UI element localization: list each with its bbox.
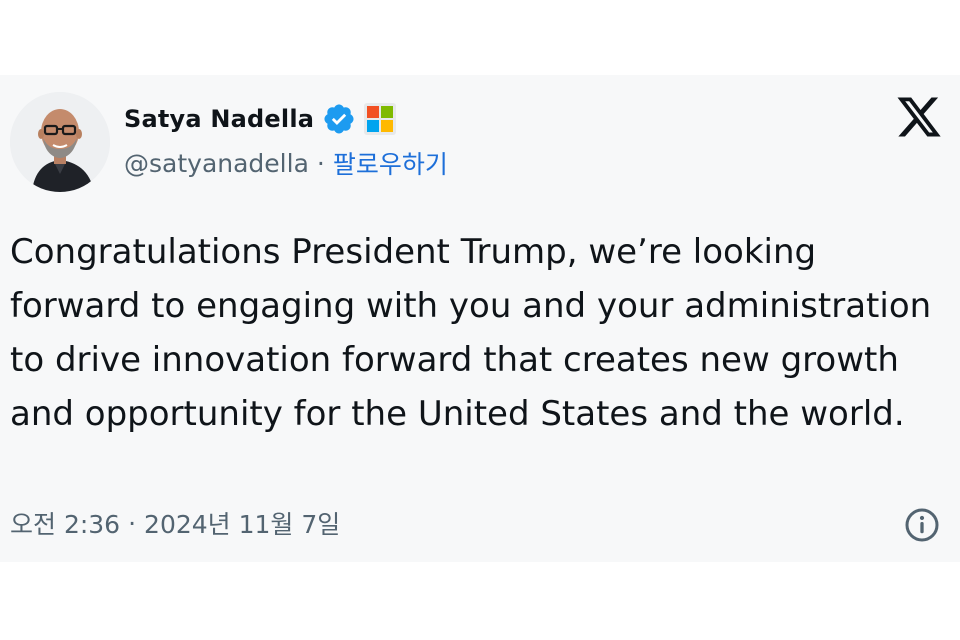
- tweet-text: Congratulations President Trump, we’re l…: [10, 232, 932, 434]
- separator: ·: [316, 148, 325, 178]
- author-block: Satya Nadella @satyanadella · 팔로우하기: [124, 99, 824, 181]
- profile-avatar[interactable]: [10, 92, 110, 192]
- author-name[interactable]: Satya Nadella: [124, 105, 314, 133]
- verified-badge-icon: [322, 102, 356, 136]
- follow-button[interactable]: 팔로우하기: [333, 145, 448, 181]
- name-row: Satya Nadella: [124, 99, 824, 139]
- avatar-image: [10, 92, 110, 192]
- tweet-date: 2024년 11월 7일: [144, 510, 341, 539]
- handle-row: @satyanadella · 팔로우하기: [124, 145, 824, 181]
- tweet-time: 오전 2:36: [10, 510, 121, 539]
- tweet-timestamp[interactable]: 오전 2:36 · 2024년 11월 7일: [10, 505, 340, 541]
- microsoft-affiliate-icon[interactable]: [364, 103, 397, 135]
- tweet-card: Satya Nadella @satyanadella · 팔로우하기 Cong…: [0, 75, 960, 562]
- x-logo-icon[interactable]: [895, 93, 943, 141]
- author-handle[interactable]: @satyanadella: [124, 149, 309, 178]
- separator: ·: [128, 508, 137, 538]
- info-icon[interactable]: [904, 507, 940, 543]
